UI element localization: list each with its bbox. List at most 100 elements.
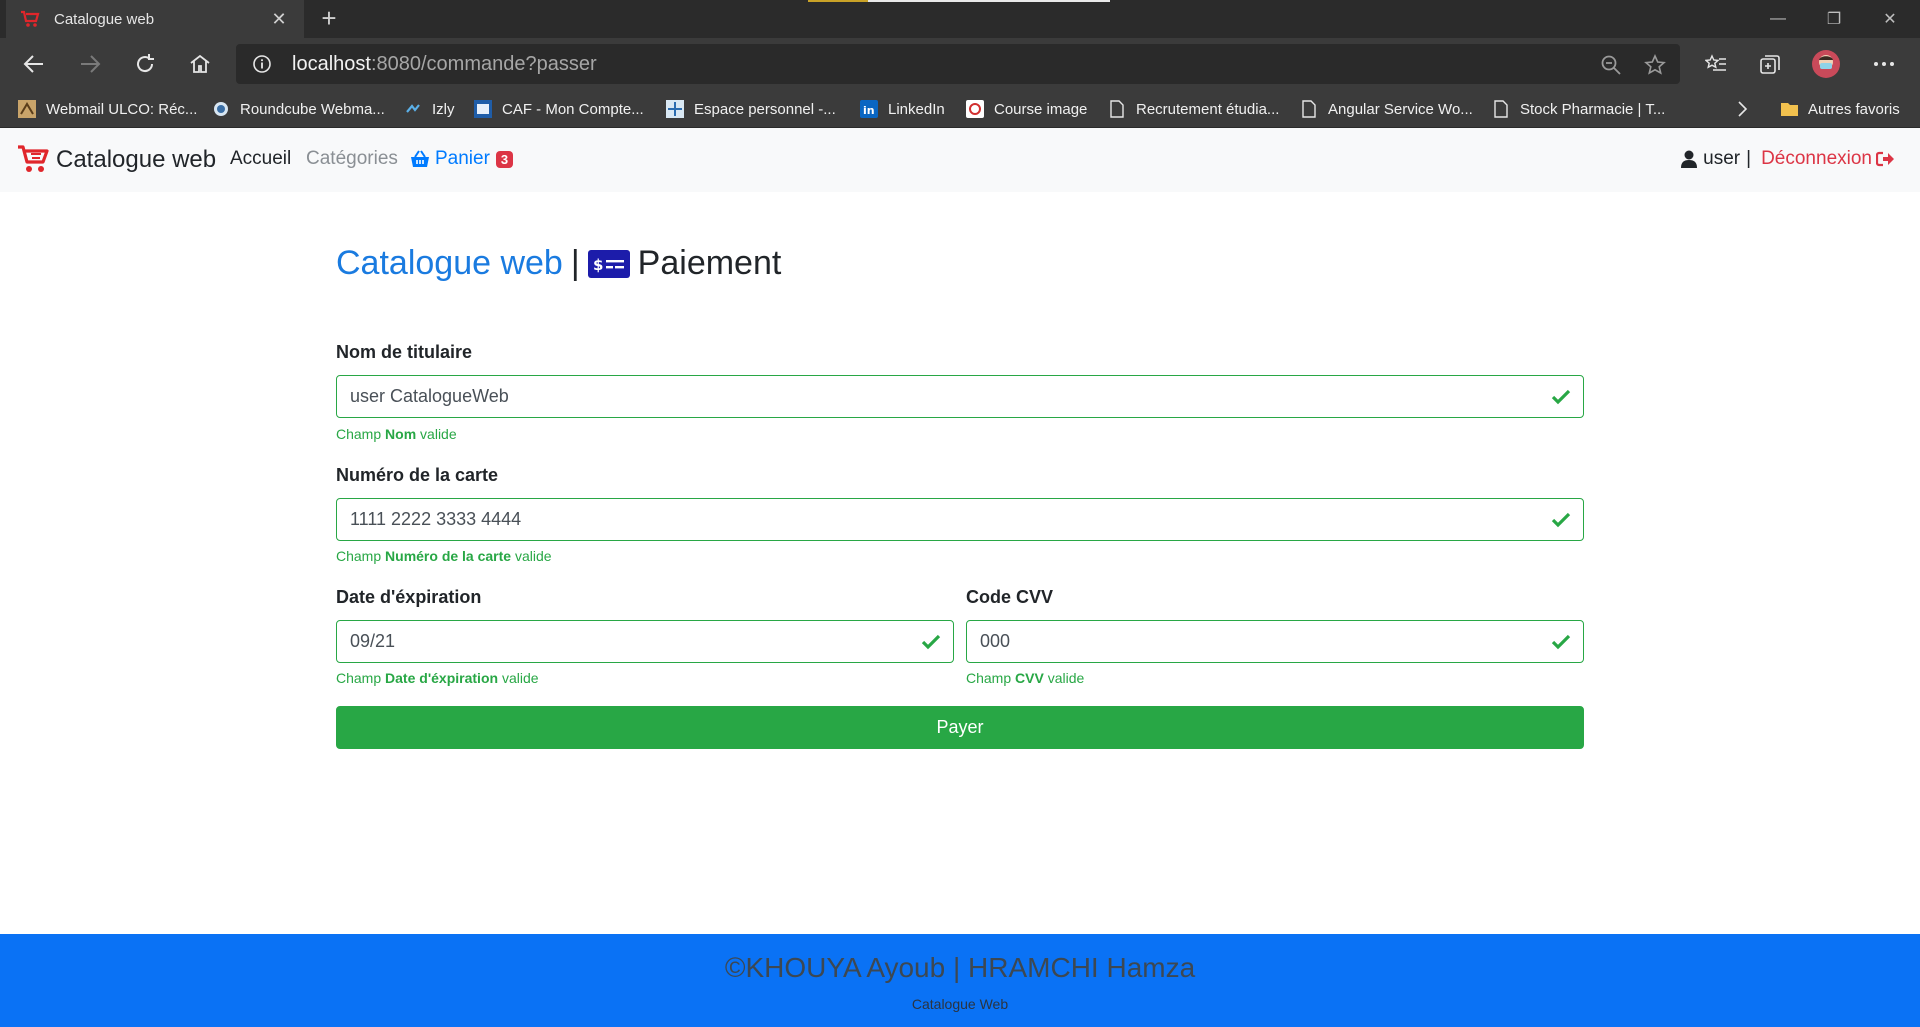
- user-name[interactable]: user: [1703, 148, 1740, 170]
- izly-icon: [404, 100, 422, 118]
- other-favorites[interactable]: Autres favoris: [1780, 90, 1900, 128]
- forward-icon[interactable]: [72, 46, 108, 82]
- home-icon[interactable]: [182, 46, 218, 82]
- cvv-feedback: Champ CVV valide: [966, 670, 1084, 686]
- title-brand: Catalogue web: [336, 244, 563, 282]
- caf-icon: [474, 100, 492, 118]
- tab-strip-accent: [808, 0, 868, 2]
- card-number-input[interactable]: [337, 499, 1583, 540]
- espace-icon: [666, 100, 684, 118]
- bookmark-item[interactable]: Angular Service Wo...: [1300, 90, 1473, 128]
- brand-name: Catalogue web: [56, 146, 217, 173]
- bookmark-item[interactable]: Izly: [404, 90, 455, 128]
- feedback-suffix: valide: [1047, 670, 1085, 686]
- app-navbar: Catalogue web Accueil Catégories Panier …: [0, 128, 1920, 192]
- feedback-suffix: valide: [420, 426, 457, 442]
- shopping-cart-icon: [16, 141, 50, 180]
- more-menu-icon[interactable]: [1866, 46, 1902, 82]
- bookmark-item[interactable]: in LinkedIn: [860, 90, 945, 128]
- cvv-input[interactable]: [967, 621, 1583, 662]
- collections-icon[interactable]: [1752, 46, 1788, 82]
- back-icon[interactable]: [16, 46, 52, 82]
- folder-icon: [1780, 100, 1798, 118]
- bookmark-item[interactable]: Roundcube Webma...: [212, 90, 385, 128]
- nav-categories[interactable]: Catégories: [306, 148, 398, 170]
- user-icon: [1681, 150, 1698, 168]
- profile-avatar[interactable]: [1808, 46, 1844, 82]
- expiry-field[interactable]: [336, 620, 954, 663]
- feedback-prefix: Champ: [336, 426, 382, 442]
- nav-home[interactable]: Accueil: [230, 148, 291, 170]
- valid-check-icon: [921, 634, 941, 650]
- tab-close-icon[interactable]: ✕: [268, 9, 290, 30]
- feedback-prefix: Champ: [336, 548, 382, 564]
- tab-title: Catalogue web: [54, 10, 155, 28]
- footer-caption: Catalogue Web: [911, 996, 1009, 1012]
- bookmark-item[interactable]: Stock Pharmacie | T...: [1492, 90, 1665, 128]
- browser-tab-bar: Catalogue web ✕ + — ❐ ✕: [0, 0, 1920, 38]
- pay-button[interactable]: Payer: [336, 706, 1584, 749]
- minimize-icon[interactable]: —: [1750, 0, 1806, 38]
- bookmark-item[interactable]: Recrutement étudia...: [1108, 90, 1279, 128]
- footer: ©KHOUYA Ayoub | HRAMCHI Hamza Catalogue …: [0, 934, 1920, 1027]
- feedback-field: Numéro de la carte: [385, 548, 512, 564]
- feedback-field: Nom: [385, 426, 417, 442]
- feedback-prefix: Champ: [336, 670, 382, 686]
- favorite-star-icon[interactable]: [1642, 52, 1668, 78]
- page-title: Catalogue web | $ Paiement: [336, 244, 781, 283]
- feedback-field: Date d'éxpiration: [385, 670, 499, 686]
- user-menu: user | Déconnexion: [1681, 148, 1894, 170]
- bookmark-label: LinkedIn: [888, 100, 945, 118]
- bookmark-label: Course image: [994, 100, 1088, 118]
- card-number-field[interactable]: [336, 498, 1584, 541]
- new-tab-icon[interactable]: +: [316, 5, 342, 32]
- site-info-icon[interactable]: [250, 52, 274, 76]
- svg-text:in: in: [863, 104, 875, 117]
- course-icon: [966, 100, 984, 118]
- holder-field[interactable]: [336, 375, 1584, 418]
- bookmark-item[interactable]: Webmail ULCO: Réc...: [18, 90, 197, 128]
- bookmark-label: Stock Pharmacie | T...: [1520, 100, 1666, 118]
- bookmark-label: Angular Service Wo...: [1328, 100, 1473, 118]
- bookmark-label: Espace personnel -...: [694, 100, 836, 118]
- valid-check-icon: [1551, 634, 1571, 650]
- svg-text:$: $: [593, 256, 603, 274]
- favorites-list-icon[interactable]: [1698, 46, 1734, 82]
- expiry-label: Date d'éxpiration: [336, 587, 482, 607]
- footer-authors: ©KHOUYA Ayoub | HRAMCHI Hamza: [724, 952, 1196, 983]
- zoom-icon[interactable]: [1598, 52, 1624, 78]
- payment-card-icon: $: [587, 249, 630, 278]
- cvv-field[interactable]: [966, 620, 1584, 663]
- bookmark-item[interactable]: Espace personnel -...: [666, 90, 836, 128]
- browser-tab[interactable]: Catalogue web ✕: [6, 0, 304, 38]
- brand-link[interactable]: Catalogue web: [16, 140, 216, 180]
- url-bar[interactable]: localhost:8080/commande?passer: [236, 44, 1680, 84]
- expiry-input[interactable]: [337, 621, 953, 662]
- ulco-icon: [18, 100, 36, 118]
- holder-input[interactable]: [337, 376, 1583, 417]
- refresh-icon[interactable]: [127, 46, 163, 82]
- cvv-label: Code CVV: [966, 587, 1054, 607]
- bookmark-label: Recrutement étudia...: [1136, 100, 1280, 118]
- valid-check-icon: [1551, 512, 1571, 528]
- cart-favicon-icon: [20, 9, 40, 29]
- feedback-suffix: valide: [514, 548, 552, 564]
- cart-count-badge: 3: [495, 150, 514, 168]
- card-number-label: Numéro de la carte: [336, 465, 499, 485]
- bookmarks-overflow-icon[interactable]: [1736, 90, 1748, 128]
- bookmark-label: CAF - Mon Compte...: [502, 100, 644, 118]
- bookmark-item[interactable]: CAF - Mon Compte...: [474, 90, 644, 128]
- address-toolbar: localhost:8080/commande?passer: [0, 38, 1920, 90]
- title-text: Paiement: [637, 244, 782, 282]
- logout-link[interactable]: Déconnexion: [1761, 148, 1894, 170]
- feedback-suffix: valide: [501, 670, 539, 686]
- restore-icon[interactable]: ❐: [1806, 0, 1862, 38]
- roundcube-icon: [212, 100, 230, 118]
- title-separator: |: [570, 244, 580, 282]
- page-icon: [1108, 100, 1126, 118]
- feedback-field: CVV: [1015, 670, 1044, 686]
- url-host: localhost: [292, 52, 371, 75]
- bookmark-item[interactable]: Course image: [966, 90, 1087, 128]
- nav-cart[interactable]: Panier 3: [410, 148, 514, 170]
- window-close-icon[interactable]: ✕: [1862, 0, 1918, 38]
